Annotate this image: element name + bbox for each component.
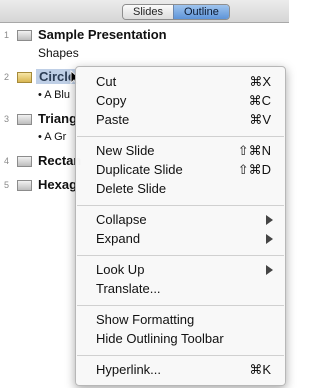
menu-item-shortcut: ⇧⌘N <box>237 143 271 158</box>
menu-item-look-up[interactable]: Look Up <box>76 261 285 279</box>
menu-item-label: New Slide <box>96 143 155 158</box>
view-toolbar: Slides Outline <box>0 0 289 23</box>
submenu-arrow-icon <box>266 234 273 244</box>
menu-item-cut[interactable]: Cut ⌘X <box>76 73 285 91</box>
view-segmented-control: Slides Outline <box>122 4 230 20</box>
menu-item-hide-outlining-toolbar[interactable]: Hide Outlining Toolbar <box>76 330 285 348</box>
menu-item-shortcut: ⌘K <box>249 362 271 377</box>
menu-item-shortcut: ⌘C <box>248 93 271 108</box>
menu-item-label: Hyperlink... <box>96 362 162 377</box>
tab-outline[interactable]: Outline <box>172 5 229 19</box>
menu-item-label: Collapse <box>96 212 147 227</box>
menu-item-shortcut: ⌘X <box>249 74 271 89</box>
menu-item-delete-slide[interactable]: Delete Slide <box>76 180 285 198</box>
slide-subtitle[interactable]: Shapes <box>38 46 79 60</box>
slide-number: 5 <box>4 180 10 190</box>
menu-item-label: Hide Outlining Toolbar <box>96 331 224 346</box>
slide-number: 3 <box>4 114 10 124</box>
menu-item-collapse[interactable]: Collapse <box>76 211 285 229</box>
menu-item-new-slide[interactable]: New Slide ⇧⌘N <box>76 142 285 160</box>
menu-separator <box>77 305 284 306</box>
menu-item-shortcut: ⌘V <box>249 112 271 127</box>
menu-item-label: Copy <box>96 93 127 108</box>
submenu-arrow-icon <box>266 215 273 225</box>
menu-item-shortcut: ⇧⌘D <box>237 162 271 177</box>
menu-item-label: Cut <box>96 74 117 89</box>
slide-title[interactable]: Sample Presentation <box>38 27 167 42</box>
slide-bullet[interactable]: • A Blu <box>38 89 70 101</box>
slide-number: 1 <box>4 30 10 40</box>
slide-thumbnail-icon <box>17 156 32 167</box>
slide-number: 4 <box>4 156 10 166</box>
menu-item-label: Expand <box>96 231 141 246</box>
menu-item-label: Translate... <box>96 281 161 296</box>
slide-title[interactable]: Triang <box>38 111 77 126</box>
slide-thumbnail-icon <box>17 114 32 125</box>
menu-item-hyperlink[interactable]: Hyperlink... ⌘K <box>76 361 285 379</box>
context-menu: Cut ⌘X Copy ⌘C Paste ⌘V New Slide ⇧⌘N Du… <box>75 66 286 386</box>
menu-separator <box>77 255 284 256</box>
tab-slides[interactable]: Slides <box>123 5 173 19</box>
slide-thumbnail-icon <box>17 30 32 41</box>
slide-number: 2 <box>4 72 10 82</box>
slide-thumbnail-icon <box>17 180 32 191</box>
slide-thumbnail-icon <box>17 72 32 83</box>
menu-separator <box>77 136 284 137</box>
menu-item-label: Paste <box>96 112 130 127</box>
slide-bullet[interactable]: • A Gr <box>38 131 66 143</box>
menu-item-label: Delete Slide <box>96 181 167 196</box>
menu-item-label: Look Up <box>96 262 145 277</box>
menu-item-label: Duplicate Slide <box>96 162 183 177</box>
menu-item-label: Show Formatting <box>96 312 195 327</box>
menu-item-copy[interactable]: Copy ⌘C <box>76 92 285 110</box>
menu-item-expand[interactable]: Expand <box>76 230 285 248</box>
menu-separator <box>77 355 284 356</box>
menu-item-translate[interactable]: Translate... <box>76 280 285 298</box>
slide-title[interactable]: Hexag <box>38 177 77 192</box>
outline-row-1[interactable]: 1 Sample Presentation <box>0 26 289 46</box>
menu-separator <box>77 205 284 206</box>
submenu-arrow-icon <box>266 265 273 275</box>
menu-item-paste[interactable]: Paste ⌘V <box>76 111 285 129</box>
menu-item-show-formatting[interactable]: Show Formatting <box>76 311 285 329</box>
menu-item-duplicate-slide[interactable]: Duplicate Slide ⇧⌘D <box>76 161 285 179</box>
